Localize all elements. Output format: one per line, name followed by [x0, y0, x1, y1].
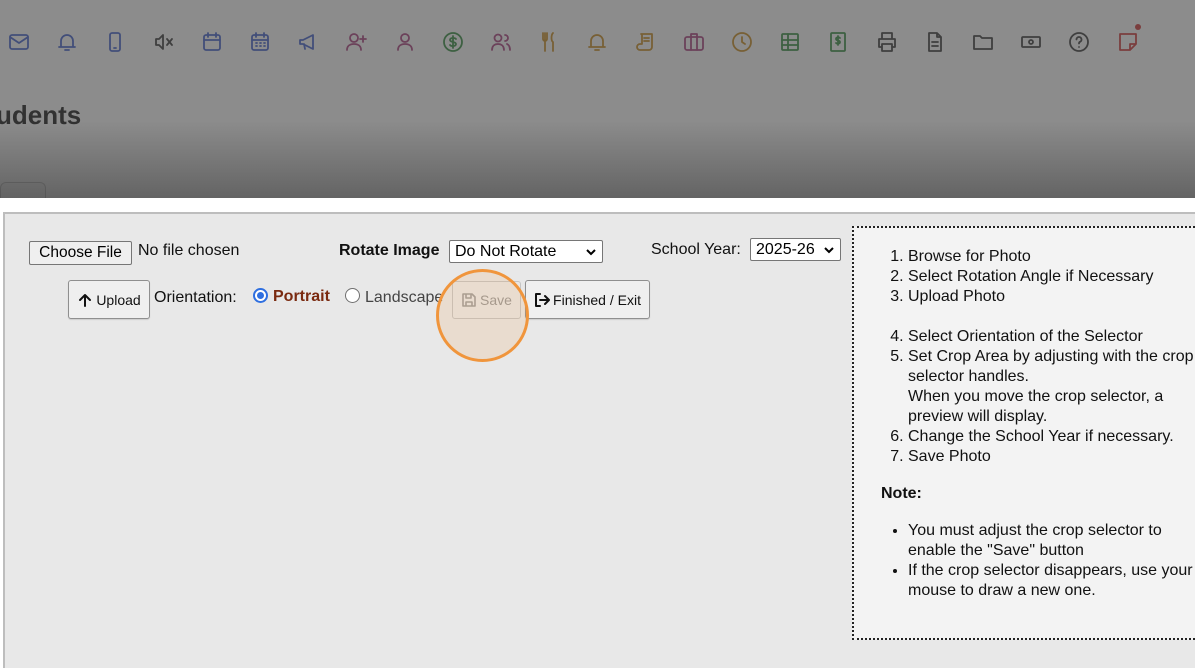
finished-exit-label: Finished / Exit: [553, 291, 641, 308]
click-highlight: [436, 269, 529, 362]
notes-list: You must adjust the crop selector to ena…: [854, 521, 1195, 601]
upload-button-label: Upload: [96, 291, 141, 308]
steps-list-a: Browse for Photo Select Rotation Angle i…: [854, 228, 1195, 307]
school-year-label: School Year:: [651, 241, 741, 258]
portrait-radio[interactable]: [253, 288, 268, 303]
upload-button[interactable]: Upload: [68, 280, 150, 319]
landscape-label[interactable]: Landscape: [365, 289, 443, 307]
portrait-label[interactable]: Portrait: [273, 288, 330, 306]
chevron-down-icon: [824, 247, 834, 254]
step-1: Browse for Photo: [908, 247, 1195, 267]
step-5-line1: Set Crop Area by adjusting with the crop…: [908, 348, 1194, 385]
school-year-value: 2025-26: [756, 240, 815, 258]
rotate-image-select[interactable]: Do Not Rotate: [449, 240, 603, 263]
arrow-up-icon: [79, 293, 92, 307]
step-7: Save Photo: [908, 447, 1195, 467]
step-6: Change the School Year if necessary.: [908, 427, 1195, 447]
choose-file-button[interactable]: Choose File: [29, 241, 132, 265]
note-1: You must adjust the crop selector to ena…: [908, 521, 1195, 561]
steps-list-b: Select Orientation of the Selector Set C…: [854, 307, 1195, 467]
step-3: Upload Photo: [908, 287, 1195, 307]
rotate-image-label: Rotate Image: [339, 242, 440, 259]
rotate-image-value: Do Not Rotate: [455, 242, 557, 260]
instructions-panel: Browse for Photo Select Rotation Angle i…: [852, 226, 1195, 640]
school-year-select[interactable]: 2025-26: [750, 238, 841, 261]
note-title: Note:: [881, 485, 922, 502]
finished-exit-button[interactable]: Finished / Exit: [525, 280, 650, 319]
step-2: Select Rotation Angle if Necessary: [908, 267, 1195, 287]
step-4: Select Orientation of the Selector: [908, 327, 1195, 347]
chevron-down-icon: [586, 249, 596, 256]
step-5-line2: When you move the crop selector, a previ…: [908, 388, 1164, 425]
note-2: If the crop selector disappears, use you…: [908, 561, 1195, 601]
file-status-text: No file chosen: [138, 242, 240, 259]
landscape-radio[interactable]: [345, 288, 360, 303]
exit-icon: [535, 292, 551, 307]
orientation-label: Orientation:: [154, 289, 237, 306]
step-5: Set Crop Area by adjusting with the crop…: [908, 347, 1195, 427]
